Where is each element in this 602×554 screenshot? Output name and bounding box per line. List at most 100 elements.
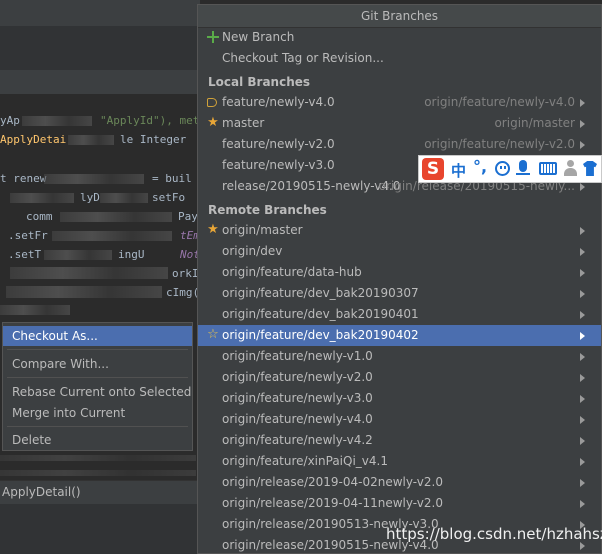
local-branch-item[interactable]: ★ master origin/master (198, 113, 601, 134)
branch-label: origin/feature/newly-v2.0 (222, 370, 373, 384)
code-fragment: .setT (8, 248, 42, 261)
checkout-tag-action[interactable]: Checkout Tag or Revision... (198, 48, 601, 69)
tracking-label: origin/feature/newly-v4.0 (424, 95, 575, 109)
menu-separator (7, 349, 188, 350)
chevron-right-icon (580, 353, 585, 361)
local-branch-item[interactable]: feature/newly-v2.0 origin/feature/newly-… (198, 134, 601, 155)
remote-branch-item[interactable]: origin/feature/newly-v4.2 (198, 430, 601, 451)
remote-branch-item[interactable]: origin/feature/newly-v2.0 (198, 367, 601, 388)
code-fragment: setFo (152, 191, 186, 204)
remote-branch-item[interactable]: origin/feature/newly-v1.0 (198, 346, 601, 367)
redacted-code (0, 455, 196, 461)
branch-label: origin/feature/dev_bak20190401 (222, 307, 419, 321)
star-outline-icon: ☆ (207, 327, 219, 342)
code-fragment: yAp (0, 114, 20, 127)
branch-label: feature/newly-v4.0 (222, 95, 335, 109)
remote-branch-item[interactable]: origin/feature/newly-v3.0 (198, 388, 601, 409)
remote-branch-item[interactable]: origin/dev (198, 241, 601, 262)
menu-item-checkout-as[interactable]: Checkout As... (3, 326, 192, 346)
branch-label: origin/master (222, 223, 303, 237)
tracking-label: origin/master (494, 116, 575, 130)
redacted-code (22, 116, 92, 126)
popup-title: Git Branches (198, 5, 601, 28)
breadcrumb: ApplyDetail() (0, 480, 200, 505)
menu-item-merge-into-current[interactable]: Merge into Current (3, 403, 192, 423)
branch-label: origin/release/2019-04-02newly-v2.0 (222, 475, 443, 489)
branch-label: origin/feature/xinPaiQi_v4.1 (222, 454, 388, 468)
keyboard-icon[interactable] (539, 162, 557, 175)
star-icon: ★ (207, 115, 219, 130)
user-icon[interactable] (564, 160, 577, 176)
menu-item-delete[interactable]: Delete (3, 430, 192, 450)
chinese-mode-toggle[interactable]: 中 (451, 160, 466, 181)
code-fragment: cImg( (166, 286, 200, 299)
remote-branch-item[interactable]: origin/release/2019-04-02newly-v2.0 (198, 472, 601, 493)
chevron-right-icon (580, 500, 585, 508)
chevron-right-icon (580, 120, 585, 128)
action-label: New Branch (222, 30, 295, 44)
redacted-code (0, 305, 70, 315)
chevron-right-icon (580, 141, 585, 149)
skin-shirt-icon[interactable] (583, 161, 597, 176)
branch-label: master (222, 116, 265, 130)
redacted-code (0, 470, 196, 476)
editor-tab-strip (0, 70, 200, 95)
menu-item-compare-with[interactable]: Compare With... (3, 354, 192, 374)
chevron-right-icon (580, 416, 585, 424)
local-branches-header: Local Branches (208, 75, 311, 89)
redacted-code (60, 212, 172, 222)
branch-label: origin/release/2019-04-11newly-v2.0 (222, 496, 443, 510)
branch-label: origin/feature/data-hub (222, 265, 362, 279)
menu-item-rebase-current[interactable]: Rebase Current onto Selected (3, 382, 192, 402)
breadcrumb-method[interactable]: ApplyDetail() (2, 485, 81, 499)
star-icon: ★ (207, 222, 219, 237)
remote-branch-item[interactable]: origin/release/2019-04-11newly-v2.0 (198, 493, 601, 514)
branch-label: origin/feature/newly-v4.2 (222, 433, 373, 447)
branch-label: origin/feature/newly-v4.0 (222, 412, 373, 426)
code-fragment: ingU (118, 248, 145, 261)
tag-icon (207, 98, 217, 107)
chevron-right-icon (580, 458, 585, 466)
tracking-label: origin/feature/newly-v2.0 (424, 137, 575, 151)
chevron-right-icon (580, 290, 585, 298)
menu-separator (7, 377, 188, 378)
branch-label: origin/dev (222, 244, 283, 258)
redacted-code (6, 286, 162, 298)
chevron-right-icon (580, 395, 585, 403)
remote-branch-item[interactable]: origin/feature/newly-v4.0 (198, 409, 601, 430)
redacted-code (44, 174, 144, 184)
code-fragment: lyD (80, 191, 100, 204)
remote-branches-header: Remote Branches (208, 203, 327, 217)
redacted-code (100, 193, 148, 203)
code-fragment: orkI (172, 267, 199, 280)
chevron-right-icon (580, 332, 585, 340)
code-fragment: .setFr (8, 229, 48, 242)
branch-label: origin/feature/dev_bak20190307 (222, 286, 419, 300)
sogou-logo-icon[interactable]: S (422, 158, 444, 180)
remote-branch-item[interactable]: origin/feature/dev_bak20190307 (198, 283, 601, 304)
remote-branch-item[interactable]: origin/feature/xinPaiQi_v4.1 (198, 451, 601, 472)
remote-branch-item[interactable]: ☆ origin/feature/dev_bak20190402 (198, 325, 601, 346)
microphone-icon[interactable] (516, 160, 530, 175)
new-branch-action[interactable]: New Branch (198, 27, 601, 48)
redacted-code (68, 135, 114, 145)
branch-context-menu: Checkout As... Compare With... Rebase Cu… (2, 322, 193, 451)
code-fragment: = buil (152, 172, 192, 185)
branch-label: feature/newly-v2.0 (222, 137, 335, 151)
code-fragment: Pay (178, 210, 198, 223)
punctuation-toggle[interactable]: °, (473, 157, 487, 176)
chevron-right-icon (580, 269, 585, 277)
chevron-right-icon (580, 479, 585, 487)
remote-branch-item[interactable]: ★ origin/master (198, 220, 601, 241)
code-fragment: t renew (0, 172, 47, 185)
chevron-right-icon (580, 99, 585, 107)
chevron-right-icon (580, 374, 585, 382)
redacted-code (52, 231, 172, 241)
local-branch-item[interactable]: feature/newly-v4.0 origin/feature/newly-… (198, 92, 601, 113)
remote-branch-item[interactable]: origin/feature/dev_bak20190401 (198, 304, 601, 325)
redacted-code (44, 250, 112, 260)
editor-upper-pane (0, 26, 200, 70)
chevron-right-icon (580, 437, 585, 445)
emoji-icon[interactable] (495, 161, 510, 176)
remote-branch-item[interactable]: origin/feature/data-hub (198, 262, 601, 283)
